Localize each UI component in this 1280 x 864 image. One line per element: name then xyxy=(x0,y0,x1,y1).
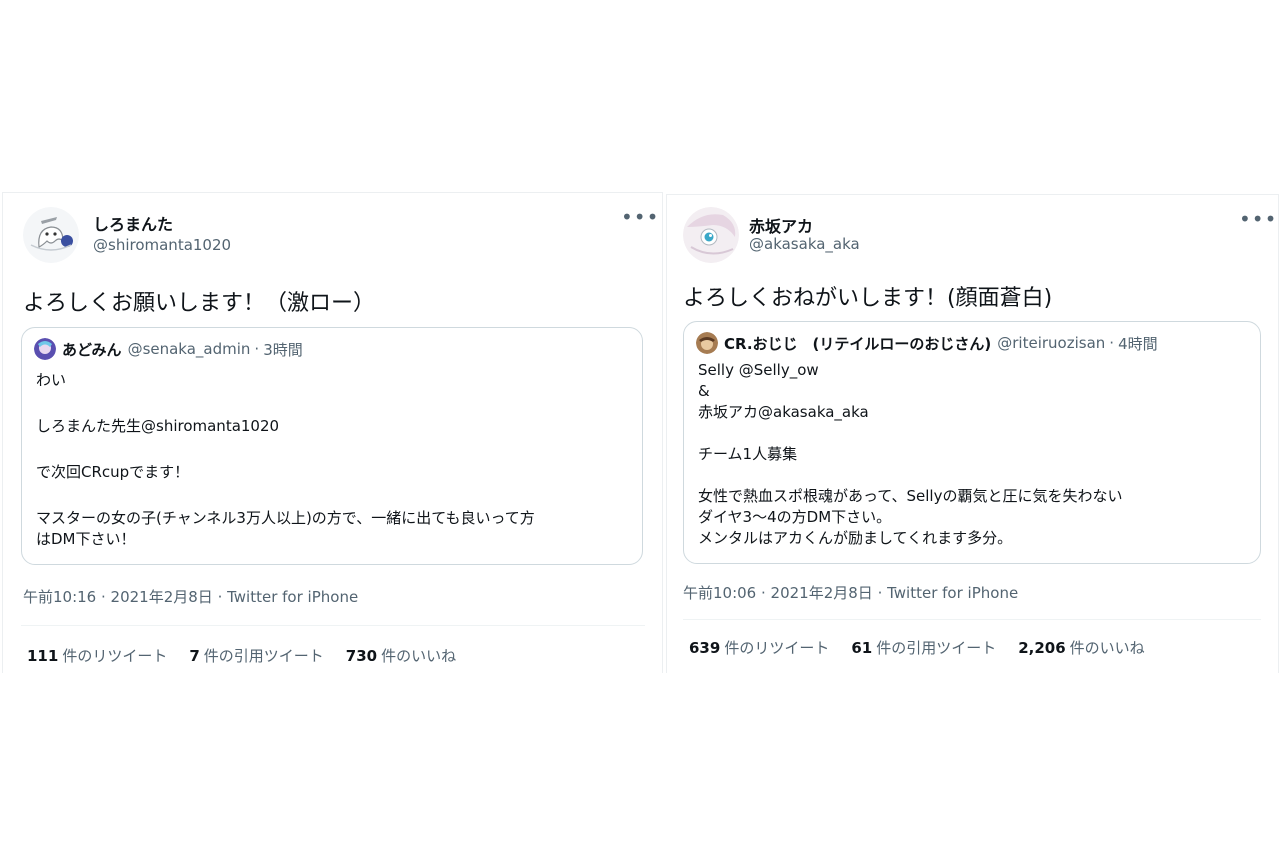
quoted-line: わい xyxy=(36,371,67,389)
quoted-time: 4時間 xyxy=(1118,334,1158,353)
more-options-icon[interactable]: ••• xyxy=(1239,207,1277,231)
tweet-timestamp[interactable]: 午前10:16 · 2021年2月8日 xyxy=(23,588,213,606)
tweet-text: よろしくおねがいします！(顔面蒼白) xyxy=(683,286,1053,311)
divider xyxy=(683,619,1261,620)
tweet-meta: 午前10:06 · 2021年2月8日 · Twitter for iPhone xyxy=(683,582,1018,603)
retweets-count[interactable]: 639 件のリツイート xyxy=(689,637,829,658)
quoted-line: & xyxy=(698,382,710,400)
quoted-line: ダイヤ3～4の方DM下さい。 xyxy=(698,508,892,526)
avatar-shiromanta[interactable] xyxy=(23,207,79,263)
quoted-line: Selly @Selly_ow xyxy=(698,361,819,379)
quoted-line: メンタルはアカくんが励ましてくれます多分。 xyxy=(698,529,1013,547)
quoted-separator: · xyxy=(1109,334,1115,352)
tweet-meta: 午前10:16 · 2021年2月8日 · Twitter for iPhone xyxy=(23,586,358,607)
quoted-author-name: あどみん xyxy=(62,340,122,359)
avatar-akasaka[interactable] xyxy=(683,207,739,263)
quoted-avatar xyxy=(34,338,56,360)
likes-count[interactable]: 730 件のいいね xyxy=(346,645,456,666)
author-handle[interactable]: @akasaka_aka xyxy=(749,235,860,253)
quoted-avatar xyxy=(696,332,718,354)
quoted-tweet-body: Selly @Selly_ow & 赤坂アカ@akasaka_aka チーム1人… xyxy=(698,360,1248,549)
quoted-time: 3時間 xyxy=(263,340,303,359)
tweet-source[interactable]: Twitter for iPhone xyxy=(227,588,358,606)
quoted-line-gap xyxy=(36,437,630,462)
quoted-line: で次回CRcupでます！ xyxy=(36,463,190,481)
quoted-tweet[interactable]: あどみん @senaka_admin · 3時間 わい しろまんた先生@shir… xyxy=(21,327,643,565)
tweet-card-akasaka: 赤坂アカ @akasaka_aka ••• よろしくおねがいします！(顔面蒼白)… xyxy=(666,194,1279,673)
meta-separator: · xyxy=(872,584,888,602)
tweet-timestamp[interactable]: 午前10:06 · 2021年2月8日 xyxy=(683,584,873,602)
quoted-line: 女性で熱血スポ根魂があって、Sellyの覇気と圧に気を失わない xyxy=(698,487,1123,505)
quoted-separator: · xyxy=(254,340,260,358)
quoted-author-handle: @senaka_admin xyxy=(127,340,251,358)
tweet-text: よろしくお願いします！（激ロー） xyxy=(23,291,376,316)
quoted-line: しろまんた先生@shiromanta1020 xyxy=(36,417,280,435)
quoted-line: マスターの女の子(チャンネル3万人以上)の方で、一緒に出ても良いって方 xyxy=(36,509,535,527)
quote-tweets-count[interactable]: 7 件の引用ツイート xyxy=(189,645,323,666)
meta-separator: · xyxy=(212,588,228,606)
quote-tweets-count[interactable]: 61 件の引用ツイート xyxy=(851,637,996,658)
author-handle[interactable]: @shiromanta1020 xyxy=(93,236,231,254)
author-name[interactable]: 赤坂アカ xyxy=(749,213,813,237)
quoted-line: 赤坂アカ@akasaka_aka xyxy=(698,403,869,421)
quoted-line: チーム1人募集 xyxy=(698,445,798,463)
quoted-line-gap xyxy=(36,483,630,508)
quoted-line-gap xyxy=(36,391,630,416)
retweets-count[interactable]: 111 件のリツイート xyxy=(27,645,167,666)
author-name[interactable]: しろまんた xyxy=(93,211,173,235)
divider xyxy=(21,625,645,626)
more-options-icon[interactable]: ••• xyxy=(621,205,659,229)
quoted-tweet-body: わい しろまんた先生@shiromanta1020 で次回CRcupでます！ マ… xyxy=(36,370,630,550)
tweet-stats: 111 件のリツイート 7 件の引用ツイート 730 件のいいね xyxy=(27,645,456,666)
tweet-card-shiromanta: しろまんた @shiromanta1020 ••• よろしくお願いします！（激ロ… xyxy=(2,192,663,673)
tweet-source[interactable]: Twitter for iPhone xyxy=(887,584,1018,602)
quoted-tweet[interactable]: CR.おじじ (リテイルローのおじさん) @riteiruozisan · 4時… xyxy=(683,321,1261,564)
quoted-line: はDM下さい！ xyxy=(36,530,136,548)
quoted-tweet-header: CR.おじじ (リテイルローのおじさん) @riteiruozisan · 4時… xyxy=(696,332,1158,354)
quoted-line-gap xyxy=(698,423,1248,444)
tweet-stats: 639 件のリツイート 61 件の引用ツイート 2,206 件のいいね xyxy=(689,637,1145,658)
quoted-author-name: CR.おじじ (リテイルローのおじさん) xyxy=(724,334,992,353)
quoted-author-handle: @riteiruozisan xyxy=(997,334,1106,352)
quoted-line-gap xyxy=(698,465,1248,486)
likes-count[interactable]: 2,206 件のいいね xyxy=(1018,637,1144,658)
quoted-tweet-header: あどみん @senaka_admin · 3時間 xyxy=(34,338,303,360)
